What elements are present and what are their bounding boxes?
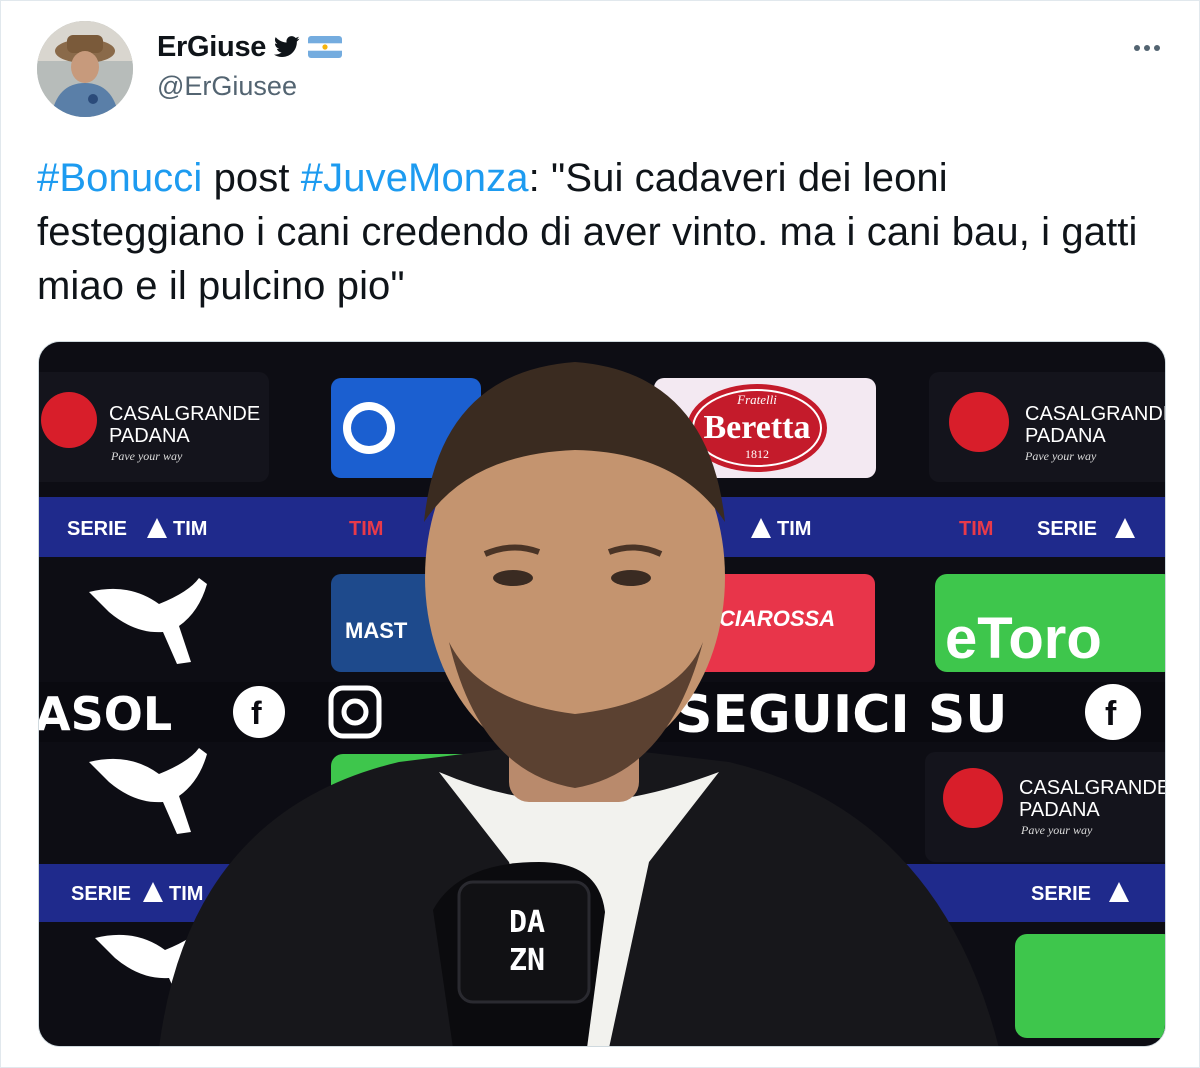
svg-text:TIM: TIM xyxy=(173,518,207,540)
svg-text:PADANA: PADANA xyxy=(1019,799,1100,821)
svg-text:ZN: ZN xyxy=(509,943,545,978)
dazn-microphone: DA ZN xyxy=(433,862,605,1046)
tweet-text-part: post xyxy=(202,156,301,200)
twitter-bird-icon xyxy=(274,36,300,57)
argentina-flag-icon xyxy=(308,36,343,58)
svg-text:Pave your way: Pave your way xyxy=(1020,823,1093,837)
svg-text:Beretta: Beretta xyxy=(704,409,811,446)
svg-text:SERIE: SERIE xyxy=(71,883,131,905)
author-block: ErGiuse @ErGiusee xyxy=(157,29,343,102)
svg-text:Fratelli: Fratelli xyxy=(736,392,777,407)
svg-text:Pave your way: Pave your way xyxy=(110,449,183,463)
tweet-card: ErGiuse @ErGiusee #Bonucci post #JuveMon… xyxy=(0,0,1200,1068)
svg-text:CIAROSSA: CIAROSSA xyxy=(719,606,835,631)
tweet-text: #Bonucci post #JuveMonza: "Sui cadaveri … xyxy=(37,151,1157,313)
sponsor-casalgrande-top-left: CASALGRANDE PADANA Pave your way xyxy=(39,372,269,482)
svg-text:CASALGRANDE: CASALGRANDE xyxy=(1025,403,1166,425)
svg-text:CASALGRANDE: CASALGRANDE xyxy=(109,403,260,425)
svg-text:SERIE: SERIE xyxy=(1031,883,1091,905)
svg-text:DA: DA xyxy=(509,905,545,940)
svg-text:MAST: MAST xyxy=(345,618,408,643)
svg-text:PADANA: PADANA xyxy=(109,425,190,447)
avatar[interactable] xyxy=(37,21,133,117)
svg-text:1812: 1812 xyxy=(745,447,769,461)
author-handle[interactable]: @ErGiusee xyxy=(157,71,342,102)
svg-text:TIM: TIM xyxy=(777,518,811,540)
svg-text:TIM: TIM xyxy=(959,518,993,540)
svg-text:PADANA: PADANA xyxy=(1025,425,1106,447)
tweet-media[interactable]: CASALGRANDE PADANA Pave your way Fratell… xyxy=(38,341,1166,1047)
more-horizontal-icon[interactable] xyxy=(1127,33,1167,63)
svg-text:SEGUICI SU: SEGUICI SU xyxy=(675,685,1008,745)
svg-text:SERIE: SERIE xyxy=(1037,518,1097,540)
display-name[interactable]: ErGiuse xyxy=(157,31,266,64)
hashtag-bonucci[interactable]: #Bonucci xyxy=(37,156,202,200)
svg-text:CASALGRANDE: CASALGRANDE xyxy=(1019,777,1166,799)
sponsor-casalgrande-lower-right: CASALGRANDE PADANA Pave your way xyxy=(925,752,1166,862)
svg-text:Pave your way: Pave your way xyxy=(1024,449,1097,463)
sponsor-casalgrande-top-right: CASALGRANDE PADANA Pave your way xyxy=(929,372,1166,482)
sponsor-etoro-bottom xyxy=(1015,934,1165,1038)
svg-text:f: f xyxy=(1105,695,1117,733)
svg-text:TIM: TIM xyxy=(169,883,203,905)
sponsor-etoro-right: eToro xyxy=(935,574,1165,672)
svg-text:eToro: eToro xyxy=(945,606,1102,671)
svg-text:f: f xyxy=(251,695,262,731)
svg-text:TIM: TIM xyxy=(349,518,383,540)
svg-text:ASOL: ASOL xyxy=(39,687,172,741)
hashtag-juvemonza[interactable]: #JuveMonza xyxy=(301,156,529,200)
svg-text:SERIE: SERIE xyxy=(67,518,127,540)
